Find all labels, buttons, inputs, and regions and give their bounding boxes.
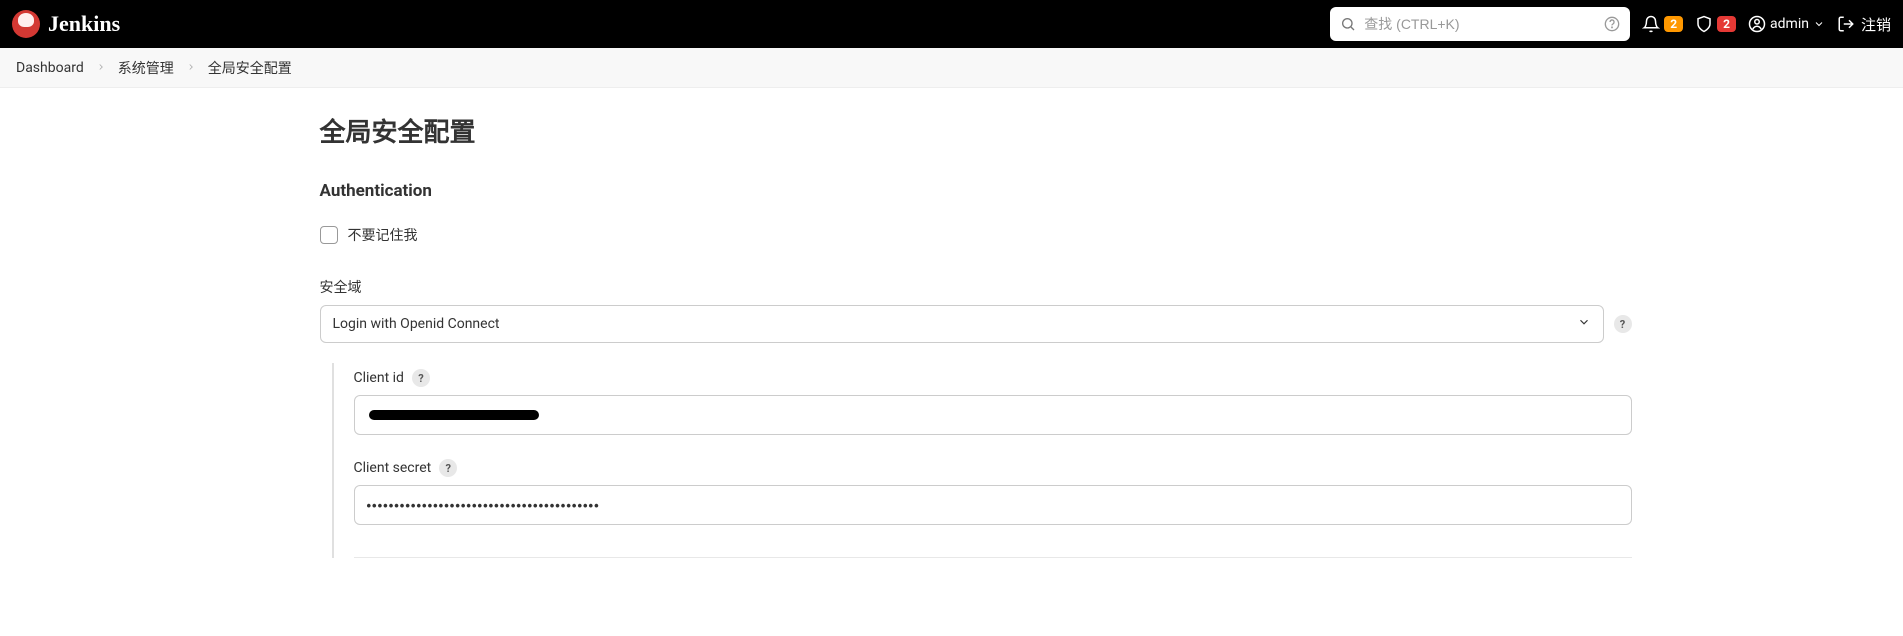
logout-icon <box>1837 15 1855 33</box>
search-box[interactable] <box>1330 7 1630 41</box>
disable-remember-me-label: 不要记住我 <box>348 225 418 245</box>
breadcrumb-current: 全局安全配置 <box>208 58 292 78</box>
nested-divider <box>354 557 1632 558</box>
jenkins-logo[interactable]: Jenkins <box>12 10 120 38</box>
breadcrumb-dashboard[interactable]: Dashboard <box>16 60 84 76</box>
client-id-help-icon[interactable]: ? <box>412 369 430 387</box>
chevron-down-icon <box>1577 315 1591 333</box>
breadcrumb-manage[interactable]: 系统管理 <box>118 58 174 78</box>
security-realm-help-icon[interactable]: ? <box>1614 315 1632 333</box>
bell-icon <box>1642 15 1660 33</box>
header-right: 2 2 admin 注销 <box>1330 7 1891 41</box>
main: 全局安全配置 Authentication 不要记住我 安全域 Login wi… <box>152 88 1752 598</box>
client-id-value-redacted <box>369 410 539 420</box>
security-realm-select-wrap: Login with Openid Connect <box>320 305 1604 343</box>
client-id-label-row: Client id ? <box>354 369 1632 387</box>
logout-link[interactable]: 注销 <box>1837 14 1891 35</box>
security-realm-label: 安全域 <box>320 277 1632 297</box>
page-title: 全局安全配置 <box>320 112 1632 149</box>
shield-icon <box>1695 15 1713 33</box>
jenkins-logo-icon <box>12 10 40 38</box>
notifications-badge: 2 <box>1664 16 1683 32</box>
logout-label: 注销 <box>1861 14 1891 35</box>
breadcrumb: Dashboard 系统管理 全局安全配置 <box>0 48 1903 88</box>
top-header: Jenkins 2 2 ad <box>0 0 1903 48</box>
search-help-icon[interactable] <box>1604 16 1620 32</box>
search-input[interactable] <box>1364 16 1596 32</box>
client-secret-input[interactable] <box>354 485 1632 525</box>
content: 全局安全配置 Authentication 不要记住我 安全域 Login wi… <box>320 112 1632 558</box>
disable-remember-me-row: 不要记住我 <box>320 225 1632 245</box>
client-secret-label: Client secret <box>354 460 432 476</box>
chevron-right-icon <box>186 60 196 76</box>
client-id-input[interactable] <box>354 395 1632 435</box>
openid-connect-settings: Client id ? Client secret ? <box>332 363 1632 558</box>
disable-remember-me-checkbox[interactable] <box>320 226 338 244</box>
security-realm-row: Login with Openid Connect ? <box>320 305 1632 343</box>
user-name: admin <box>1770 16 1809 32</box>
authentication-section-title: Authentication <box>320 181 1632 201</box>
header-left: Jenkins <box>12 10 120 38</box>
notifications-button[interactable]: 2 <box>1642 15 1683 33</box>
jenkins-logo-text: Jenkins <box>48 11 120 37</box>
chevron-down-icon <box>1813 18 1825 30</box>
security-realm-select[interactable]: Login with Openid Connect <box>320 305 1604 343</box>
user-menu[interactable]: admin <box>1748 15 1825 33</box>
security-realm-value: Login with Openid Connect <box>333 316 500 332</box>
user-icon <box>1748 15 1766 33</box>
client-id-label: Client id <box>354 370 404 386</box>
search-icon <box>1340 16 1356 32</box>
chevron-right-icon <box>96 60 106 76</box>
client-secret-help-icon[interactable]: ? <box>439 459 457 477</box>
client-secret-label-row: Client secret ? <box>354 459 1632 477</box>
security-warnings-badge: 2 <box>1717 16 1736 32</box>
security-warnings-button[interactable]: 2 <box>1695 15 1736 33</box>
